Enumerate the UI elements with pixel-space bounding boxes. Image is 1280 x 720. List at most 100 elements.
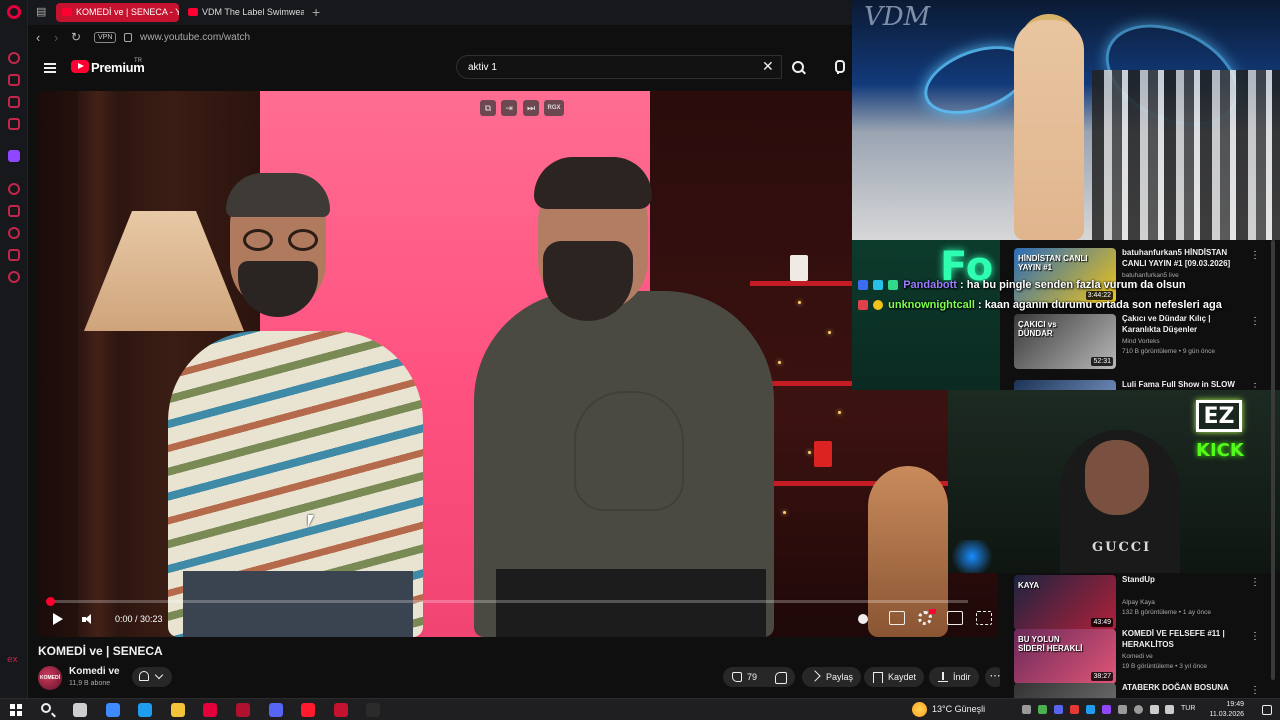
- tray-app-icon[interactable]: [1070, 705, 1079, 714]
- kebab-menu-icon[interactable]: ⋮: [1250, 251, 1260, 261]
- share-button[interactable]: Paylaş: [802, 667, 862, 687]
- taskbar-search-icon[interactable]: [41, 703, 51, 713]
- kebab-menu-icon[interactable]: ⋮: [1250, 632, 1260, 642]
- miniplayer-icon[interactable]: [947, 611, 963, 625]
- video-thumbnail[interactable]: KAYA 43:49: [1014, 575, 1116, 630]
- skip-icon[interactable]: ⏭: [523, 100, 539, 116]
- recommendation-title[interactable]: batuhanfurkan5 HİNDİSTAN CANLI YAYIN #1 …: [1122, 248, 1240, 269]
- settings-icon[interactable]: [8, 271, 20, 283]
- autoplay-toggle[interactable]: [858, 614, 868, 624]
- kebab-menu-icon[interactable]: ⋮: [1250, 578, 1260, 588]
- system-clock[interactable]: 19:49 11.03.2026: [1206, 700, 1244, 720]
- history-icon[interactable]: [8, 227, 20, 239]
- volume-icon[interactable]: [82, 614, 94, 624]
- task-view-icon[interactable]: [73, 703, 87, 717]
- tab-label: KOMEDİ ve | SENECA - Yo: [76, 7, 179, 17]
- discord-icon[interactable]: [268, 703, 283, 717]
- download-button[interactable]: İndir: [929, 667, 979, 687]
- speaker-icon[interactable]: [1165, 705, 1174, 714]
- speed-dial-icon[interactable]: [8, 52, 20, 64]
- search-icon[interactable]: [784, 55, 812, 79]
- kebab-menu-icon[interactable]: ⋮: [1250, 317, 1260, 327]
- microphone-tray-icon[interactable]: [1134, 705, 1143, 714]
- clear-search-icon[interactable]: ✕: [762, 59, 774, 73]
- subtitles-icon[interactable]: [889, 611, 905, 625]
- like-button[interactable]: 79: [723, 667, 767, 687]
- player-icon[interactable]: [8, 183, 20, 195]
- windows-start-icon[interactable]: [10, 704, 22, 716]
- recommendation-channel[interactable]: Mind Vorteks: [1122, 338, 1160, 345]
- language-indicator[interactable]: TUR: [1181, 705, 1195, 712]
- video-editor-icon[interactable]: [236, 703, 250, 717]
- subscription-bell-button[interactable]: [132, 667, 172, 687]
- opera-icon[interactable]: [301, 703, 316, 717]
- url-text[interactable]: www.youtube.com/watch: [140, 32, 250, 43]
- notification-icon[interactable]: [1262, 705, 1272, 715]
- weather-text[interactable]: 13°C Güneşli: [932, 704, 985, 714]
- tray-chevron-icon[interactable]: [1022, 705, 1031, 714]
- sidebar-scrollbar[interactable]: [1271, 240, 1275, 680]
- founder-badge-icon: [858, 300, 868, 311]
- dislike-button[interactable]: [767, 667, 795, 687]
- search-input[interactable]: aktiv 1: [456, 55, 782, 79]
- opera-gx-icon[interactable]: [203, 703, 218, 717]
- tray-app-icon[interactable]: [1086, 705, 1095, 714]
- microphone-icon[interactable]: [828, 57, 848, 77]
- tray-app-icon[interactable]: [1118, 705, 1127, 714]
- progress-scrubber[interactable]: [46, 597, 55, 606]
- rail-bottom-label[interactable]: ex: [7, 655, 18, 665]
- popout-icon[interactable]: ⧉: [480, 100, 496, 116]
- thumbnail-text: KAYA: [1018, 581, 1040, 590]
- menu-icon[interactable]: [44, 63, 56, 73]
- chat-icon[interactable]: [8, 96, 20, 108]
- weather-sun-icon[interactable]: [912, 702, 927, 717]
- recommendation-channel[interactable]: Alpay Kaya: [1122, 599, 1155, 606]
- snap-icon[interactable]: ⇥: [501, 100, 517, 116]
- tab-menu-icon[interactable]: ▤: [36, 6, 48, 18]
- reload-button[interactable]: ↻: [71, 31, 81, 44]
- lock-icon[interactable]: [124, 33, 132, 42]
- tray-app-icon[interactable]: [1038, 705, 1047, 714]
- channel-name[interactable]: Komedi ve: [69, 666, 120, 677]
- edge-icon[interactable]: [138, 703, 153, 717]
- back-button[interactable]: ‹: [36, 31, 40, 44]
- rgx-badge[interactable]: RGX: [544, 100, 564, 116]
- twitch-icon[interactable]: [8, 150, 20, 162]
- kebab-menu-icon[interactable]: ⋮: [1250, 686, 1260, 696]
- recommendation-title[interactable]: KOMEDİ VE FELSEFE #11 | HERAKLİTOS: [1122, 629, 1240, 650]
- play-icon[interactable]: [53, 613, 63, 625]
- recommendation-title[interactable]: StandUp: [1122, 575, 1240, 586]
- opera-active-icon[interactable]: [333, 703, 348, 717]
- recommendation-channel[interactable]: Komedi ve: [1122, 653, 1153, 660]
- epic-games-icon[interactable]: [366, 703, 381, 717]
- forward-button[interactable]: ›: [54, 31, 58, 44]
- opera-logo-icon[interactable]: [7, 5, 21, 19]
- tab-komedi-ve[interactable]: KOMEDİ ve | SENECA - Yo: [56, 3, 179, 22]
- save-button[interactable]: Kaydet: [864, 667, 925, 687]
- tab-vdm-swimwear[interactable]: VDM The Label Swimwear: [182, 3, 304, 22]
- recommendation-title[interactable]: Luli Fama Full Show in SLOW: [1122, 380, 1240, 391]
- youtube-logo-icon[interactable]: [71, 60, 89, 73]
- video-thumbnail[interactable]: BU YOLUN SİDERİ HERAKLİ 38:27: [1014, 629, 1116, 684]
- messenger-icon[interactable]: [8, 74, 20, 86]
- vpn-badge[interactable]: VPN: [94, 32, 117, 43]
- progress-bar[interactable]: [46, 597, 968, 606]
- vip-badge-icon: [888, 280, 899, 291]
- recommendation-channel[interactable]: batuhanfurkan5 live: [1122, 272, 1179, 279]
- channel-avatar[interactable]: KOMEDİ VE: [38, 666, 62, 705]
- network-icon[interactable]: [1150, 705, 1159, 714]
- new-tab-button[interactable]: +: [312, 4, 320, 20]
- tray-discord-icon[interactable]: [1054, 705, 1063, 714]
- file-explorer-icon[interactable]: [170, 703, 185, 717]
- downloads-icon[interactable]: [8, 249, 20, 261]
- music-icon[interactable]: [8, 118, 20, 130]
- video-thumbnail[interactable]: ÇAKICI vs DÜNDAR 52:31: [1014, 314, 1116, 369]
- recommendation-title[interactable]: ATABERK DOĞAN BOSUNA: [1122, 683, 1240, 694]
- fullscreen-icon[interactable]: [976, 611, 992, 625]
- address-bar: ‹ › ↻ VPN www.youtube.com/watch: [28, 25, 852, 51]
- runway-stream[interactable]: VDM: [852, 0, 1280, 240]
- bookmarks-icon[interactable]: [8, 205, 20, 217]
- video-thumbnail[interactable]: [1014, 683, 1116, 698]
- copilot-icon[interactable]: [105, 703, 120, 717]
- tray-app-icon[interactable]: [1102, 705, 1111, 714]
